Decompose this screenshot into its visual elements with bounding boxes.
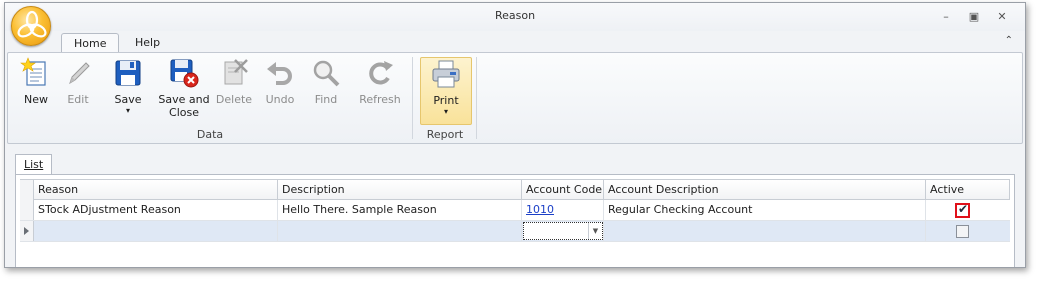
account-code-link[interactable]: 1010 — [526, 203, 554, 216]
find-label: Find — [314, 93, 338, 106]
table-row[interactable]: STock ADjustment Reason Hello There. Sam… — [20, 200, 1010, 221]
tab-help[interactable]: Help — [123, 33, 172, 54]
active-checkbox[interactable]: ✔ — [955, 202, 970, 218]
minimize-button[interactable]: – — [937, 8, 955, 24]
edit-button[interactable]: Edit — [56, 57, 100, 106]
combo-dropdown-arrow-icon[interactable]: ▼ — [588, 223, 602, 239]
column-header-active[interactable]: Active — [926, 180, 1010, 200]
refresh-label: Refresh — [359, 93, 401, 106]
column-header-account-code[interactable]: Account Code — [522, 180, 604, 200]
account-code-combobox[interactable]: ▼ — [523, 222, 603, 240]
new-description-cell[interactable] — [278, 221, 522, 241]
app-logo-icon — [17, 10, 47, 38]
undo-label: Undo — [265, 93, 295, 106]
save-dropdown-arrow-icon[interactable]: ▾ — [106, 106, 150, 116]
grid-header-row: Reason Description Account Code Account … — [20, 179, 1010, 200]
tab-home[interactable]: Home — [61, 33, 120, 54]
save-label: Save — [114, 93, 142, 106]
save-and-close-label: Save and Close — [158, 93, 210, 119]
tab-list[interactable]: List — [15, 154, 53, 175]
description-cell[interactable]: Hello There. Sample Reason — [278, 200, 522, 220]
print-label: Print — [433, 94, 459, 107]
printer-icon — [432, 60, 460, 88]
new-button[interactable]: New — [14, 57, 58, 106]
new-reason-cell[interactable] — [34, 221, 278, 241]
group-divider — [412, 57, 413, 139]
delete-icon — [224, 59, 248, 85]
account-description-cell[interactable]: Regular Checking Account — [604, 200, 926, 220]
list-panel: Reason Description Account Code Account … — [15, 174, 1015, 267]
close-button[interactable]: ✕ — [993, 8, 1011, 24]
new-document-icon — [20, 57, 46, 86]
new-active-checkbox[interactable] — [956, 225, 969, 238]
report-group-label: Report — [426, 128, 464, 141]
delete-button[interactable]: Delete — [212, 57, 256, 106]
new-row[interactable]: ▼ — [20, 221, 1010, 242]
refresh-button[interactable]: Refresh — [354, 57, 406, 106]
column-header-account-description[interactable]: Account Description — [604, 180, 926, 200]
new-row-indicator-cell[interactable] — [20, 221, 34, 241]
find-button[interactable]: Find — [304, 57, 348, 106]
undo-icon — [267, 62, 292, 85]
new-account-code-cell: ▼ — [522, 221, 604, 241]
data-group: New Edit Save ▾ Save and Close Delete Un… — [8, 53, 412, 143]
content-area: List Reason Description Account Code Acc… — [7, 148, 1023, 267]
group-divider — [476, 57, 477, 139]
save-and-close-button[interactable]: Save and Close — [158, 57, 210, 119]
checkmark-icon: ✔ — [958, 202, 969, 216]
print-button[interactable]: Print ▾ — [420, 57, 472, 125]
window-title: Reason — [494, 9, 536, 22]
new-account-description-cell[interactable] — [604, 221, 926, 241]
delete-label: Delete — [215, 93, 253, 106]
row-indicator-cell[interactable] — [20, 200, 34, 220]
account-code-cell[interactable]: 1010 — [522, 200, 604, 220]
reason-cell[interactable]: STock ADjustment Reason — [34, 200, 278, 220]
refresh-icon — [369, 61, 393, 85]
report-group: Print ▾ Report — [416, 53, 474, 143]
undo-button[interactable]: Undo — [258, 57, 302, 106]
ribbon-tab-strip: Home Help ⌃ — [5, 31, 1025, 54]
row-pointer-icon — [24, 227, 29, 235]
restore-button[interactable]: ▣ — [965, 8, 983, 24]
edit-label: Edit — [67, 93, 89, 106]
new-active-cell — [926, 221, 1010, 241]
pencil-icon — [69, 62, 90, 85]
ribbon-collapse-icon[interactable]: ⌃ — [1005, 35, 1013, 46]
active-cell: ✔ — [926, 200, 1010, 220]
list-tab-label: List — [24, 158, 44, 171]
column-header-reason[interactable]: Reason — [34, 180, 278, 200]
reason-window: Reason – ▣ ✕ Home Help ⌃ New Edit Save ▾… — [4, 2, 1026, 268]
application-menu-button[interactable] — [11, 6, 51, 46]
save-close-icon — [170, 59, 199, 88]
save-button[interactable]: Save ▾ — [106, 57, 150, 116]
magnifier-icon — [313, 60, 340, 87]
ribbon: New Edit Save ▾ Save and Close Delete Un… — [7, 52, 1023, 144]
new-label: New — [24, 93, 48, 106]
header-indicator-cell[interactable] — [20, 180, 34, 200]
data-group-label: Data — [196, 128, 224, 141]
column-header-description[interactable]: Description — [278, 180, 522, 200]
floppy-disk-icon — [115, 60, 141, 86]
print-dropdown-arrow-icon[interactable]: ▾ — [421, 107, 471, 117]
title-bar: Reason – ▣ ✕ — [5, 3, 1025, 31]
reason-grid: Reason Description Account Code Account … — [20, 179, 1010, 242]
